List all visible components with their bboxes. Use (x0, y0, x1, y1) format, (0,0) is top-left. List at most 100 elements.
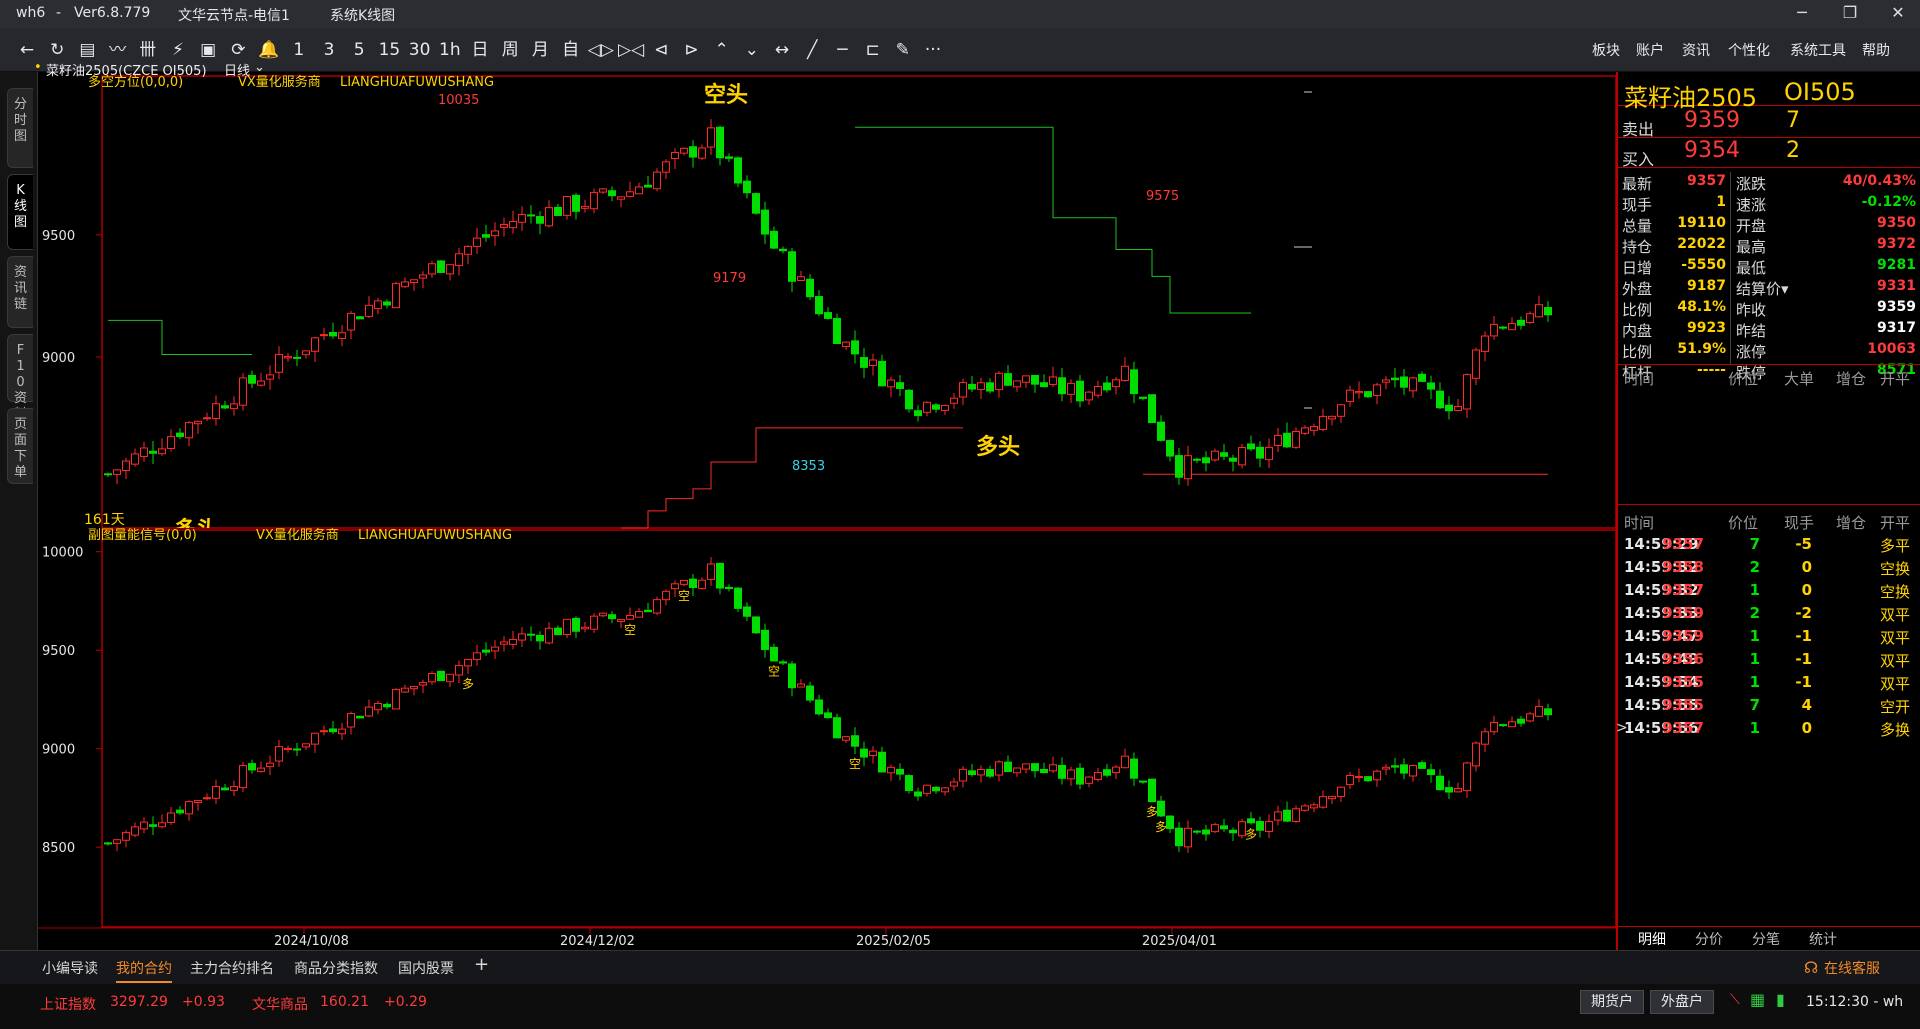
toolbar-button-14[interactable]: 1h (437, 39, 463, 61)
sub-candle (995, 760, 1003, 782)
bottom-tab-3[interactable]: 商品分类指数 (294, 958, 378, 978)
toolbar-button-13[interactable]: 30 (407, 39, 433, 61)
toolbar-button-29[interactable]: ✎ (890, 39, 916, 61)
sidebar-tab-2[interactable]: 资讯链 (7, 256, 33, 328)
futures-account-button[interactable]: 期货户 (1580, 990, 1644, 1014)
candle (455, 247, 463, 276)
sidebar-tab-4[interactable]: 页面下单 (7, 408, 33, 484)
toolbar-button-5[interactable]: ⚡ (165, 39, 191, 61)
bid-price[interactable]: 9354 (1684, 138, 1740, 163)
toolbar-button-0[interactable]: ← (14, 39, 40, 61)
server-label[interactable]: 文华云节点-电信1 (178, 5, 290, 25)
quote-l1: 外盘 (1622, 280, 1653, 298)
sub-candle (437, 670, 445, 682)
toolbar-button-9[interactable]: 1 (286, 39, 312, 61)
menu-item-1[interactable]: 账户 (1636, 40, 1664, 60)
toolbar-button-24[interactable]: ⌄ (739, 39, 765, 61)
sidebar-tab-0[interactable]: 分时图 (7, 88, 33, 168)
close-icon[interactable]: ✕ (1884, 3, 1912, 22)
bottom-tab-0[interactable]: 小编导读 (42, 958, 98, 978)
toolbar-button-21[interactable]: ⊲ (648, 39, 674, 61)
toolbar-button-16[interactable]: 周 (497, 39, 523, 61)
sub-candle (1499, 723, 1507, 727)
candle (1013, 380, 1021, 392)
toolbar-button-19[interactable]: ◁▷ (588, 39, 614, 61)
add-tab-button[interactable]: + (474, 954, 489, 975)
toolbar-button-18[interactable]: 自 (558, 39, 584, 61)
restore-icon[interactable]: ❐ (1836, 3, 1864, 22)
outside-account-button[interactable]: 外盘户 (1650, 990, 1714, 1014)
sub-candle (1310, 802, 1318, 813)
quote-l1: 比例 (1622, 301, 1653, 319)
quote-tab-3[interactable]: 统计 (1809, 929, 1837, 949)
minimize-icon[interactable]: ─ (1788, 3, 1816, 22)
menu-item-5[interactable]: 帮助 (1862, 40, 1890, 60)
kline-chart-area[interactable]: ⊶ 多空方位(0,0,0) VX量化服务商 LIANGHUAFUWUSHANG … (34, 59, 1617, 950)
toolbar-button-1[interactable]: ↻ (44, 39, 70, 61)
menu-item-2[interactable]: 资讯 (1682, 40, 1710, 60)
candle (1220, 443, 1228, 461)
symbol-label[interactable]: 菜籽油2505(CZCE OI505) (46, 60, 207, 79)
quote-tab-2[interactable]: 分笔 (1752, 929, 1780, 949)
tick-d: 0 (1801, 719, 1812, 737)
period-label[interactable]: 日线 (224, 60, 250, 79)
quote-tab-0[interactable]: 明细 (1638, 929, 1666, 949)
candle (167, 429, 175, 452)
sub-candle (446, 673, 454, 688)
index1-name[interactable]: 上证指数 (40, 994, 96, 1014)
toolbar-button-27[interactable]: ─ (829, 39, 855, 61)
toolbar-button-25[interactable]: ↔ (769, 39, 795, 61)
ask-price[interactable]: 9359 (1684, 108, 1740, 133)
menu-item-0[interactable]: 板块 (1592, 40, 1620, 60)
tick-p: 9358 (1662, 558, 1704, 576)
sub-candle (356, 715, 364, 719)
toolbar-button-30[interactable]: ··· (920, 39, 946, 61)
sub-candle (1058, 757, 1066, 785)
grid-icon[interactable]: ▦ (1750, 990, 1765, 1009)
toolbar-button-7[interactable]: ⟳ (225, 39, 251, 61)
toolbar-button-22[interactable]: ⊳ (678, 39, 704, 61)
sidebar-tab-1[interactable]: K线图 (7, 174, 33, 250)
sub-candle (1265, 814, 1273, 839)
sidebar-tab-3[interactable]: F10资料 (7, 334, 33, 422)
chevron-down-icon[interactable]: ⌄ (254, 60, 265, 75)
headset-icon[interactable]: ☊ (1804, 958, 1818, 977)
toolbar-button-23[interactable]: ⌃ (709, 39, 735, 61)
sub-candle (797, 679, 805, 688)
toolbar-button-28[interactable]: ⊏ (860, 39, 886, 61)
index2-name[interactable]: 文华商品 (252, 994, 308, 1014)
alert-icon[interactable]: ⟍ (1730, 992, 1740, 1008)
toolbar-button-10[interactable]: 3 (316, 39, 342, 61)
toolbar-button-8[interactable]: 🔔 (256, 39, 282, 61)
bottom-tab-1[interactable]: 我的合约 (116, 958, 172, 983)
toolbar-button-4[interactable]: 卌 (135, 39, 161, 61)
candle (1508, 317, 1516, 331)
toolbar-button-11[interactable]: 5 (346, 39, 372, 61)
toolbar-button-20[interactable]: ▷◁ (618, 39, 644, 61)
sidebar-tab-label: 资讯链 (13, 265, 27, 312)
toolbar-button-15[interactable]: 日 (467, 39, 493, 61)
menu-item-4[interactable]: 系统工具 (1790, 40, 1846, 60)
toolbar-button-17[interactable]: 月 (527, 39, 553, 61)
online-service-link[interactable]: 在线客服 (1824, 958, 1880, 978)
bottom-tab-2[interactable]: 主力合约排名 (190, 958, 274, 978)
sub-candle (104, 841, 112, 846)
sub-indicator-label[interactable]: 副图量能信号(0,0) (88, 528, 197, 543)
toolbar-button-3[interactable]: 〰 (105, 39, 131, 61)
menu-item-3[interactable]: 个性化 (1728, 40, 1770, 60)
candle (725, 153, 733, 163)
candle (527, 205, 535, 224)
sub-candle (545, 622, 553, 645)
candle (545, 200, 553, 228)
toolbar-button-26[interactable]: ╱ (799, 39, 825, 61)
toolbar-button-6[interactable]: ▣ (195, 39, 221, 61)
sub-candle (275, 740, 283, 767)
quote-tab-1[interactable]: 分价 (1695, 929, 1723, 949)
sub-candle (122, 830, 130, 848)
quote-l1: 比例 (1622, 343, 1653, 361)
toolbar-button-2[interactable]: ▤ (74, 39, 100, 61)
bottom-tab-4[interactable]: 国内股票 (398, 958, 454, 978)
quote-v1: 48.1% (1677, 299, 1726, 315)
toolbar-button-12[interactable]: 15 (376, 39, 402, 61)
kline-chart[interactable]: ⊶ 多空方位(0,0,0) VX量化服务商 LIANGHUAFUWUSHANG … (34, 59, 1617, 950)
